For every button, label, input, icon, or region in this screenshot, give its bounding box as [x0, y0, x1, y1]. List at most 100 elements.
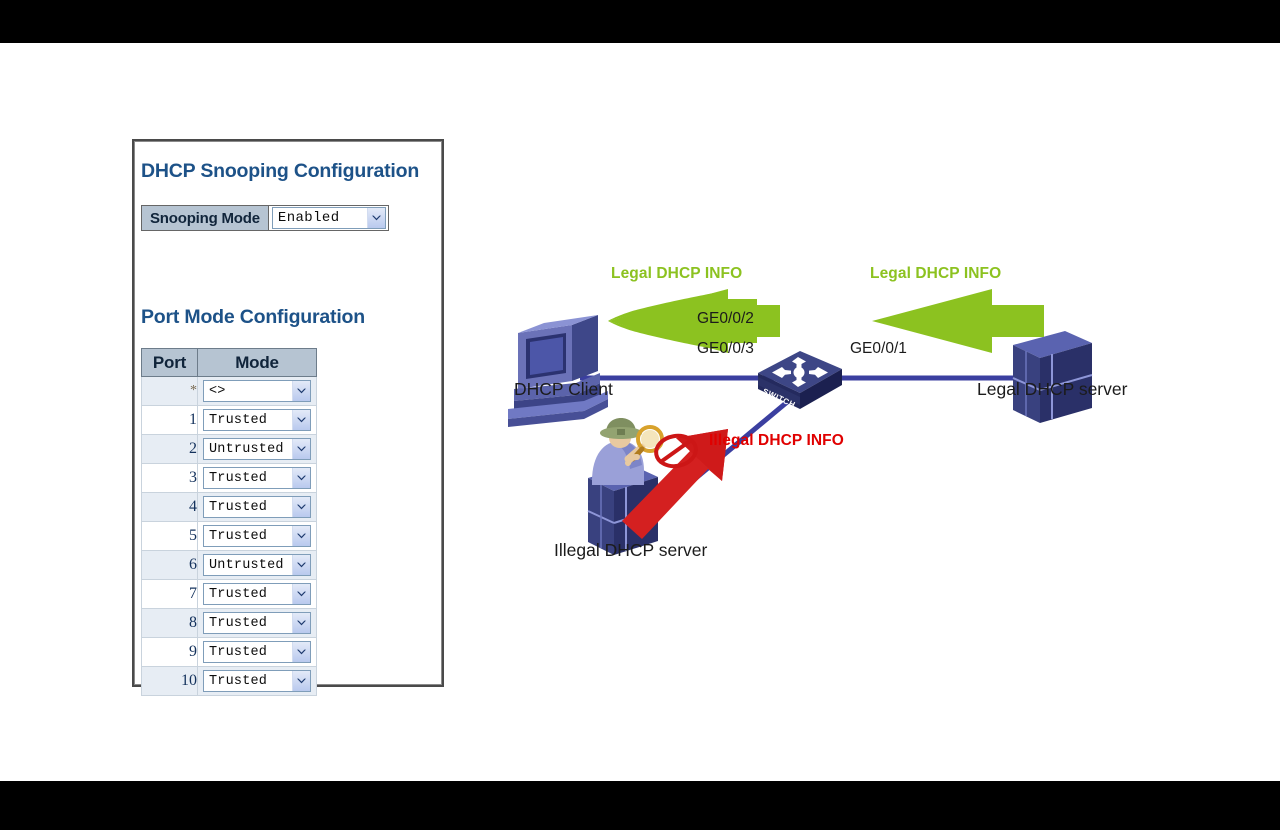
legal-dhcp-info-label-right: Legal DHCP INFO	[870, 265, 1002, 282]
slide-stage: DHCP Snooping Configuration Snooping Mod…	[0, 0, 1280, 830]
port-mode-section-title: Port Mode Configuration	[141, 306, 365, 328]
legal-dhcp-server-icon	[1012, 331, 1093, 423]
chevron-down-icon[interactable]	[292, 468, 310, 488]
snooping-mode-row: Snooping Mode Enabled	[141, 205, 389, 231]
table-row: 7 Trusted	[141, 579, 317, 609]
port-number-cell: 3	[141, 463, 198, 493]
table-row: 9 Trusted	[141, 637, 317, 667]
port-mode-table-body: * <> 1 Trusted 2 Untrusted 3 Trusted 4 Trusted 5 Tr…	[141, 376, 317, 696]
port-mode-cell: Trusted	[197, 463, 317, 493]
topology-graphics: SWITCH	[508, 289, 1093, 555]
port-mode-select[interactable]: <>	[203, 380, 311, 402]
table-row: 10 Trusted	[141, 666, 317, 696]
illegal-dhcp-info-label: Illegal DHCP INFO	[709, 432, 844, 449]
port-mode-cell: Untrusted	[197, 434, 317, 464]
legal-dhcp-info-label-left: Legal DHCP INFO	[611, 265, 743, 282]
snooping-mode-label: Snooping Mode	[142, 206, 269, 230]
switch-icon: SWITCH	[758, 351, 842, 410]
port-number-cell: 6	[141, 550, 198, 580]
illegal-dhcp-server-icon	[587, 465, 659, 555]
port-mode-select[interactable]: Trusted	[203, 612, 311, 634]
table-row: 6 Untrusted	[141, 550, 317, 580]
table-row: 1 Trusted	[141, 405, 317, 435]
port-mode-cell: Trusted	[197, 405, 317, 435]
port-mode-value: Trusted	[209, 499, 268, 515]
port-mode-value: Trusted	[209, 586, 268, 602]
port-mode-value: Untrusted	[209, 557, 284, 573]
table-row: 5 Trusted	[141, 521, 317, 551]
legal-dhcp-server-label: Legal DHCP server	[977, 379, 1128, 399]
port-mode-select[interactable]: Trusted	[203, 496, 311, 518]
port-mode-value: Trusted	[209, 673, 268, 689]
svg-text:SWITCH: SWITCH	[761, 387, 797, 410]
chevron-down-icon[interactable]	[292, 439, 310, 459]
port-number-cell: 2	[141, 434, 198, 464]
port-mode-value: Trusted	[209, 644, 268, 660]
chevron-down-icon[interactable]	[292, 381, 310, 401]
column-header-mode: Mode	[197, 348, 317, 377]
port-number-cell: 9	[141, 637, 198, 667]
link-lines	[580, 375, 1025, 520]
chevron-down-icon[interactable]	[292, 555, 310, 575]
table-row: 8 Trusted	[141, 608, 317, 638]
table-row: 3 Trusted	[141, 463, 317, 493]
page-title: DHCP Snooping Configuration	[141, 160, 420, 182]
dhcp-snooping-config-panel: DHCP Snooping Configuration Snooping Mod…	[132, 139, 444, 696]
snooping-mode-select[interactable]: Enabled	[271, 207, 386, 229]
port-number-cell: 1	[141, 405, 198, 435]
port-mode-select[interactable]: Trusted	[203, 641, 311, 663]
port-mode-cell: Trusted	[197, 521, 317, 551]
port-mode-cell: Trusted	[197, 608, 317, 638]
port-mode-select[interactable]: Trusted	[203, 670, 311, 692]
illegal-dhcp-info-arrow	[622, 429, 728, 539]
port-label-ge0-0-3: GE0/0/3	[697, 340, 754, 357]
dhcp-client-label: DHCP Client	[514, 379, 613, 399]
port-mode-cell: Trusted	[197, 579, 317, 609]
port-number-cell: 10	[141, 666, 198, 696]
port-mode-value: <>	[209, 383, 226, 399]
port-number-cell: 7	[141, 579, 198, 609]
port-mode-table: Port Mode * <> 1 Trusted 2 Untrusted 3 Trusted 4…	[141, 348, 317, 696]
port-mode-value: Trusted	[209, 528, 268, 544]
port-mode-select[interactable]: Trusted	[203, 583, 311, 605]
chevron-down-icon[interactable]	[292, 497, 310, 517]
port-label-ge0-0-1: GE0/0/1	[850, 340, 907, 357]
port-mode-cell: Untrusted	[197, 550, 317, 580]
table-row: 4 Trusted	[141, 492, 317, 522]
port-mode-select[interactable]: Trusted	[203, 525, 311, 547]
table-row: * <>	[141, 376, 317, 406]
dhcp-client-icon	[508, 315, 608, 427]
port-mode-cell: Trusted	[197, 637, 317, 667]
table-header-row: Port Mode	[141, 348, 317, 377]
chevron-down-icon[interactable]	[292, 526, 310, 546]
prohibition-icon	[654, 433, 698, 469]
port-mode-select[interactable]: Untrusted	[203, 438, 311, 460]
port-number-cell: 4	[141, 492, 198, 522]
port-mode-value: Trusted	[209, 412, 268, 428]
port-mode-value: Trusted	[209, 470, 268, 486]
legal-dhcp-info-arrow-right	[872, 289, 1044, 353]
table-row: 2 Untrusted	[141, 434, 317, 464]
chevron-down-icon[interactable]	[366, 208, 385, 228]
chevron-down-icon[interactable]	[292, 584, 310, 604]
port-mode-select[interactable]: Trusted	[203, 467, 311, 489]
chevron-down-icon[interactable]	[292, 410, 310, 430]
port-number-cell: 5	[141, 521, 198, 551]
column-header-port: Port	[141, 348, 198, 377]
chevron-down-icon[interactable]	[292, 642, 310, 662]
port-mode-select[interactable]: Trusted	[203, 409, 311, 431]
chevron-down-icon[interactable]	[292, 671, 310, 691]
detective-icon	[592, 418, 664, 485]
port-mode-value: Untrusted	[209, 441, 284, 457]
port-mode-cell: Trusted	[197, 492, 317, 522]
port-mode-value: Trusted	[209, 615, 268, 631]
port-mode-cell: Trusted	[197, 666, 317, 696]
port-number-cell: *	[141, 376, 198, 406]
slide-canvas: DHCP Snooping Configuration Snooping Mod…	[0, 43, 1280, 781]
chevron-down-icon[interactable]	[292, 613, 310, 633]
port-mode-select[interactable]: Untrusted	[203, 554, 311, 576]
port-number-cell: 8	[141, 608, 198, 638]
port-label-ge0-0-2: GE0/0/2	[697, 310, 754, 327]
legal-dhcp-info-arrow-left	[608, 289, 780, 353]
port-mode-cell: <>	[197, 376, 317, 406]
